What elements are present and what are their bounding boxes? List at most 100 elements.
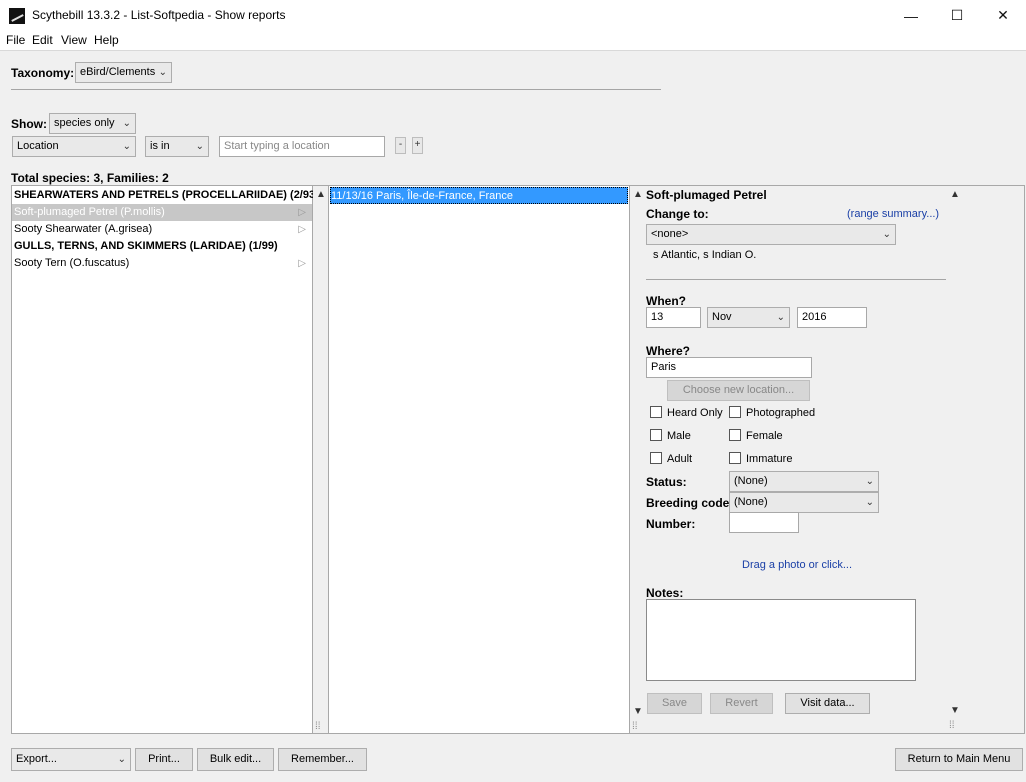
taxonomy-value: eBird/Clements <box>80 66 156 78</box>
menu-view[interactable]: View <box>61 33 87 47</box>
menu-help[interactable]: Help <box>94 33 119 47</box>
photo-drop-link[interactable]: Drag a photo or click... <box>742 559 852 571</box>
field-value: Location <box>17 140 59 152</box>
female-checkbox[interactable] <box>729 429 741 441</box>
adult-label: Adult <box>667 453 693 465</box>
maximize-button[interactable]: ☐ <box>934 0 980 31</box>
chevron-down-icon: ⌄ <box>158 67 167 78</box>
breeding-code-label: Breeding code: <box>646 496 734 510</box>
male-checkbox[interactable] <box>650 429 662 441</box>
chevron-down-icon: ⌄ <box>122 141 131 152</box>
export-label: Export... <box>16 753 57 765</box>
scroll-up-icon[interactable]: ▲ <box>633 189 643 200</box>
species-row[interactable]: Sooty Shearwater (A.grisea) ▷ <box>14 221 312 238</box>
maximize-icon: ☐ <box>950 7 964 23</box>
choose-location-button[interactable]: Choose new location... <box>667 380 810 401</box>
family-row[interactable]: GULLS, TERNS, AND SKIMMERS (LARIDAE) (1/… <box>14 238 298 255</box>
species-row-selected[interactable]: Soft-plumaged Petrel (P.mollis) ▷ <box>12 204 312 221</box>
add-filter-button[interactable]: + <box>412 137 423 154</box>
number-input[interactable] <box>729 512 799 533</box>
export-select[interactable]: Export... ⌄ <box>11 748 131 771</box>
detail-scrollbar[interactable]: ▲ ▼ ⁞⁞ <box>946 186 1024 733</box>
resize-grip-icon[interactable]: ⁞⁞ <box>949 720 955 731</box>
status-select[interactable]: (None) ⌄ <box>729 471 879 492</box>
scroll-down-icon[interactable]: ▼ <box>633 706 643 717</box>
menu-edit[interactable]: Edit <box>32 33 53 47</box>
show-label: Show: <box>11 117 47 131</box>
breeding-code-value: (None) <box>734 496 768 508</box>
status-value: (None) <box>734 475 768 487</box>
totals-label: Total species: 3, Families: 2 <box>11 171 169 185</box>
mid-scrollbar[interactable]: ▲ ▼ ⁞⁞ <box>630 185 645 734</box>
heard-only-checkbox[interactable] <box>650 406 662 418</box>
where-label: Where? <box>646 344 691 358</box>
remember-button[interactable]: Remember... <box>278 748 367 771</box>
notes-textarea[interactable] <box>646 599 916 681</box>
remove-filter-button[interactable]: - <box>395 137 406 154</box>
expand-arrow-icon[interactable]: ▷ <box>298 221 306 238</box>
month-select[interactable]: Nov ⌄ <box>707 307 790 328</box>
bulk-edit-button[interactable]: Bulk edit... <box>197 748 274 771</box>
taxonomy-select[interactable]: eBird/Clements ⌄ <box>75 62 172 83</box>
species-name: Soft-plumaged Petrel (P.mollis) <box>14 206 165 218</box>
location-input[interactable]: Start typing a location <box>219 136 385 157</box>
minimize-button[interactable]: — <box>888 0 934 31</box>
species-list-panel: SHEARWATERS AND PETRELS (PROCELLARIIDAE)… <box>11 185 319 734</box>
change-to-label: Change to: <box>646 207 709 221</box>
window-title: Scythebill 13.3.2 - List-Softpedia - Sho… <box>32 8 286 22</box>
operator-value: is in <box>150 140 170 152</box>
scroll-up-icon[interactable]: ▲ <box>950 189 960 200</box>
breeding-code-select[interactable]: (None) ⌄ <box>729 492 879 513</box>
close-button[interactable]: ✕ <box>980 0 1026 31</box>
species-name: Sooty Tern (O.fuscatus) <box>14 257 130 269</box>
resize-grip-icon[interactable]: ⁞⁞ <box>632 721 638 732</box>
immature-checkbox[interactable] <box>729 452 741 464</box>
close-icon: ✕ <box>997 7 1009 23</box>
photographed-checkbox[interactable] <box>729 406 741 418</box>
species-name: Sooty Shearwater (A.grisea) <box>14 223 153 235</box>
family-row[interactable]: SHEARWATERS AND PETRELS (PROCELLARIIDAE)… <box>14 187 319 204</box>
chevron-down-icon: ⌄ <box>882 229 891 240</box>
field-select[interactable]: Location ⌄ <box>12 136 136 157</box>
save-button[interactable]: Save <box>647 693 702 714</box>
operator-select[interactable]: is in ⌄ <box>145 136 209 157</box>
heard-only-label: Heard Only <box>667 407 723 419</box>
number-label: Number: <box>646 517 696 531</box>
day-input[interactable]: 13 <box>646 307 701 328</box>
divider <box>646 279 946 280</box>
expand-arrow-icon[interactable]: ▷ <box>298 255 306 272</box>
chevron-down-icon: ⌄ <box>865 497 874 508</box>
photographed-label: Photographed <box>746 407 816 419</box>
title-bar: Scythebill 13.3.2 - List-Softpedia - Sho… <box>0 0 1026 31</box>
chevron-down-icon: ⌄ <box>122 118 131 129</box>
revert-button[interactable]: Revert <box>710 693 773 714</box>
where-input[interactable]: Paris <box>646 357 812 378</box>
scroll-up-icon[interactable]: ▲ <box>316 189 326 200</box>
visit-data-button[interactable]: Visit data... <box>785 693 870 714</box>
left-scrollbar[interactable]: ▲ ⁞⁞ <box>313 185 328 734</box>
resize-grip-icon[interactable]: ⁞⁞ <box>315 721 321 732</box>
return-main-menu-button[interactable]: Return to Main Menu <box>895 748 1023 771</box>
when-label: When? <box>646 294 686 308</box>
female-label: Female <box>746 430 783 442</box>
species-row[interactable]: Sooty Tern (O.fuscatus) ▷ <box>14 255 312 272</box>
change-to-select[interactable]: <none> ⌄ <box>646 224 896 245</box>
range-text: s Atlantic, s Indian O. <box>653 249 757 261</box>
status-label: Status: <box>646 475 687 489</box>
sighting-row-selected[interactable]: 11/13/16 Paris, Île-de-France, France <box>330 187 628 204</box>
range-summary-link[interactable]: (range summary...) <box>847 208 939 220</box>
scroll-down-icon[interactable]: ▼ <box>950 705 960 716</box>
year-input[interactable]: 2016 <box>797 307 867 328</box>
app-icon <box>9 8 25 24</box>
adult-checkbox[interactable] <box>650 452 662 464</box>
divider <box>11 89 661 90</box>
menu-bar: File Edit View Help <box>0 31 1026 51</box>
minimize-icon: — <box>904 7 918 24</box>
menu-file[interactable]: File <box>6 33 25 47</box>
immature-label: Immature <box>746 453 793 465</box>
sightings-panel: 11/13/16 Paris, Île-de-France, France <box>328 185 630 734</box>
print-button[interactable]: Print... <box>135 748 193 771</box>
chevron-down-icon: ⌄ <box>117 754 126 765</box>
expand-arrow-icon[interactable]: ▷ <box>298 204 306 221</box>
show-select[interactable]: species only ⌄ <box>49 113 136 134</box>
